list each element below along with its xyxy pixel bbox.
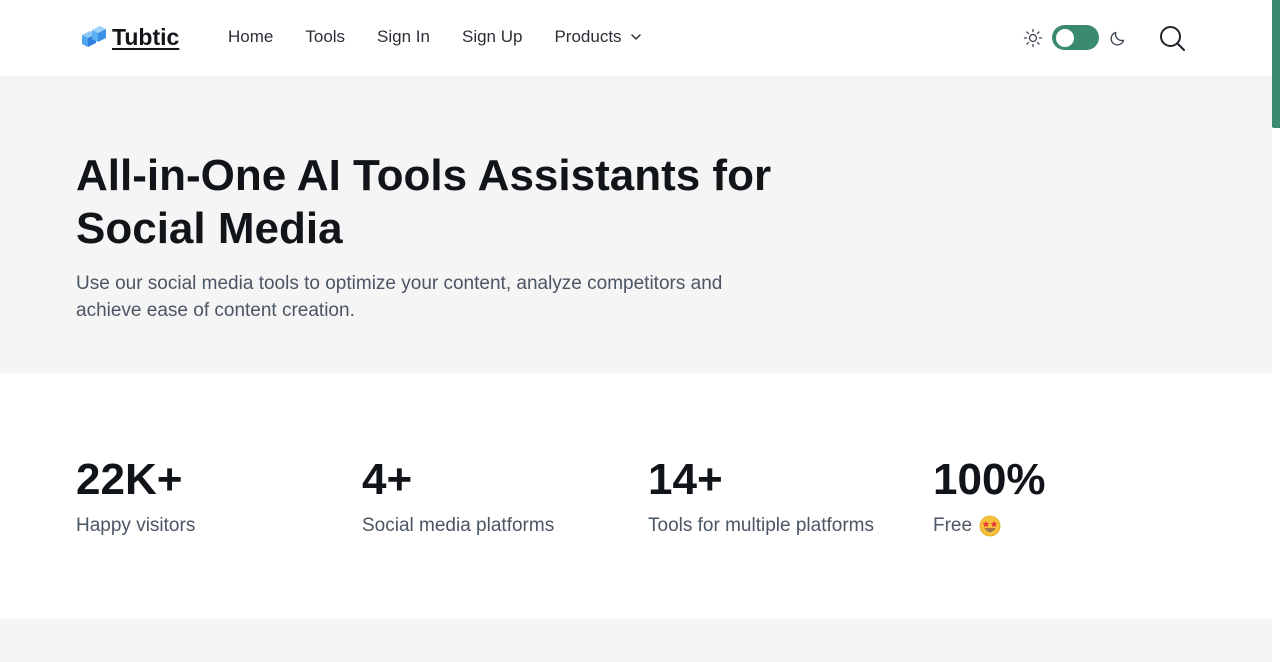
chevron-down-icon bbox=[630, 34, 641, 40]
brand-name: Tubtic bbox=[112, 24, 180, 50]
stat-value: 4+ bbox=[362, 455, 413, 504]
brand-logo-icon bbox=[82, 25, 106, 47]
moon-icon bbox=[1110, 31, 1125, 46]
toggle-knob bbox=[1056, 28, 1074, 47]
stats-section: 22K+ Happy visitors 4+ Social media plat… bbox=[0, 373, 1272, 619]
stat-visitors: 22K+ Happy visitors bbox=[76, 455, 195, 539]
stat-label: Free bbox=[933, 515, 973, 536]
star-struck-emoji-icon bbox=[979, 515, 1001, 537]
hero-section: All-in-One AI Tools Assistants for Socia… bbox=[0, 76, 1272, 373]
hero-title: All-in-One AI Tools Assistants for Socia… bbox=[76, 151, 772, 253]
nav-home-link[interactable]: Home bbox=[228, 27, 273, 47]
stat-value: 100% bbox=[933, 455, 1046, 504]
theme-switcher bbox=[1023, 25, 1127, 50]
stat-platforms: 4+ Social media platforms bbox=[362, 455, 554, 539]
site-header: Tubtic Home Tools Sign In Sign Up Produc… bbox=[0, 0, 1272, 76]
next-section-band bbox=[0, 619, 1272, 662]
nav-tools-link[interactable]: Tools bbox=[305, 27, 345, 47]
search-icon[interactable] bbox=[1158, 24, 1186, 52]
stat-label: Tools for multiple platforms bbox=[648, 515, 874, 536]
nav-sign-up-link[interactable]: Sign Up bbox=[462, 27, 522, 47]
scrollbar-thumb[interactable] bbox=[1272, 0, 1280, 128]
stat-label-row: Free bbox=[933, 513, 1046, 539]
nav-products-label: Products bbox=[554, 27, 622, 46]
stat-value: 22K+ bbox=[76, 455, 183, 504]
main-nav: Home Tools Sign In Sign Up Products bbox=[228, 27, 674, 47]
stat-label: Social media platforms bbox=[362, 515, 555, 536]
stat-label: Happy visitors bbox=[76, 515, 196, 536]
stat-tools: 14+ Tools for multiple platforms bbox=[648, 455, 874, 539]
sun-icon bbox=[1023, 28, 1043, 47]
nav-products-dropdown[interactable]: Products bbox=[554, 27, 641, 47]
theme-toggle[interactable] bbox=[1052, 25, 1099, 50]
stat-free: 100% Free bbox=[933, 455, 1046, 539]
brand-logo-link[interactable]: Tubtic bbox=[80, 24, 179, 51]
stat-value: 14+ bbox=[648, 455, 723, 504]
nav-sign-in-link[interactable]: Sign In bbox=[377, 27, 430, 47]
hero-subtitle: Use our social media tools to optimize y… bbox=[76, 273, 723, 321]
